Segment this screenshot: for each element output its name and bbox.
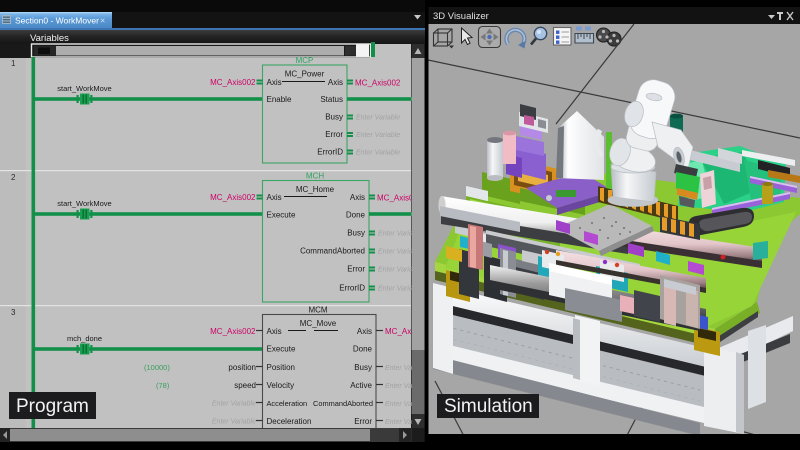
svg-text:Acceleration: Acceleration bbox=[267, 399, 308, 408]
svg-text:Enter Varia: Enter Varia bbox=[378, 231, 413, 238]
svg-text:MCM: MCM bbox=[308, 306, 327, 315]
svg-text:Enter Va: Enter Va bbox=[385, 419, 412, 426]
svg-text:2: 2 bbox=[11, 173, 16, 182]
svg-text:MCH: MCH bbox=[306, 172, 324, 181]
svg-text:start_WorkMove: start_WorkMove bbox=[57, 199, 111, 208]
svg-text:Axis: Axis bbox=[267, 193, 282, 202]
svg-text:MC_Axis002: MC_Axis002 bbox=[210, 78, 256, 87]
svg-text:Enter Va: Enter Va bbox=[385, 401, 412, 408]
svg-text:Busy: Busy bbox=[325, 113, 343, 122]
svg-text:ErrorID: ErrorID bbox=[317, 148, 343, 157]
svg-text:Position: Position bbox=[267, 363, 295, 372]
svg-text:Done: Done bbox=[353, 345, 373, 354]
svg-text:3D Visualizer: 3D Visualizer bbox=[433, 11, 489, 22]
svg-text:(78): (78) bbox=[156, 381, 170, 390]
svg-text:Execute: Execute bbox=[267, 211, 296, 220]
svg-text:Enter Va: Enter Va bbox=[385, 365, 412, 372]
svg-text:Enter Varia: Enter Varia bbox=[378, 267, 413, 274]
svg-text:MC_Power: MC_Power bbox=[285, 70, 325, 79]
svg-text:Axis: Axis bbox=[350, 193, 365, 202]
svg-text:Error: Error bbox=[347, 265, 365, 274]
svg-text:Enter Variable: Enter Variable bbox=[356, 115, 400, 122]
svg-text:Enter Variable: Enter Variable bbox=[212, 401, 256, 408]
svg-text:MC_Home: MC_Home bbox=[296, 185, 335, 194]
svg-text:start_WorkMove: start_WorkMove bbox=[57, 84, 111, 93]
svg-text:×: × bbox=[100, 16, 105, 26]
svg-text:Done: Done bbox=[346, 211, 366, 220]
svg-text:MC_Axis002: MC_Axis002 bbox=[355, 79, 401, 88]
svg-text:Axis: Axis bbox=[328, 78, 343, 87]
svg-text:CommandAborted: CommandAborted bbox=[313, 399, 373, 408]
svg-text:ErrorID: ErrorID bbox=[339, 284, 365, 293]
svg-text:Busy: Busy bbox=[347, 229, 365, 238]
svg-text:Enable: Enable bbox=[267, 95, 292, 104]
svg-text:(10000): (10000) bbox=[144, 363, 170, 372]
svg-text:Busy: Busy bbox=[354, 363, 372, 372]
svg-text:Enter Variable: Enter Variable bbox=[212, 419, 256, 426]
svg-text:Simulation: Simulation bbox=[444, 396, 533, 417]
svg-text:Error: Error bbox=[325, 130, 343, 139]
svg-text:Enter Varia: Enter Varia bbox=[378, 286, 413, 293]
svg-text:Variables: Variables bbox=[30, 33, 69, 44]
svg-text:Enter Variable: Enter Variable bbox=[356, 150, 400, 157]
svg-text:Active: Active bbox=[350, 381, 372, 390]
svg-text:position: position bbox=[228, 363, 256, 372]
svg-text:3: 3 bbox=[11, 308, 16, 317]
svg-text:1: 1 bbox=[11, 59, 16, 68]
svg-text:Deceleration: Deceleration bbox=[267, 417, 312, 426]
svg-text:Enter Variable: Enter Variable bbox=[356, 132, 400, 139]
svg-text:Velocity: Velocity bbox=[267, 381, 295, 390]
svg-text:Axis: Axis bbox=[267, 78, 282, 87]
svg-text:Axis: Axis bbox=[357, 327, 372, 336]
svg-text:Section0 - WorkMover: Section0 - WorkMover bbox=[15, 16, 99, 26]
svg-text:Execute: Execute bbox=[267, 345, 296, 354]
svg-text:Axis: Axis bbox=[267, 327, 282, 336]
svg-text:Enter Varia: Enter Varia bbox=[378, 249, 413, 256]
svg-text:MC_Axis002: MC_Axis002 bbox=[210, 193, 256, 202]
svg-text:MCP: MCP bbox=[296, 56, 314, 65]
svg-text:Status: Status bbox=[320, 95, 343, 104]
svg-text:mch_done: mch_done bbox=[67, 334, 102, 343]
svg-text:Enter Va: Enter Va bbox=[385, 383, 412, 390]
svg-text:MC_Axis002: MC_Axis002 bbox=[210, 327, 256, 336]
svg-text:Program: Program bbox=[16, 396, 89, 417]
svg-text:MC_Move: MC_Move bbox=[300, 319, 337, 328]
svg-text:speed: speed bbox=[234, 381, 256, 390]
svg-text:Error: Error bbox=[354, 417, 372, 426]
svg-text:CommandAborted: CommandAborted bbox=[300, 247, 365, 256]
